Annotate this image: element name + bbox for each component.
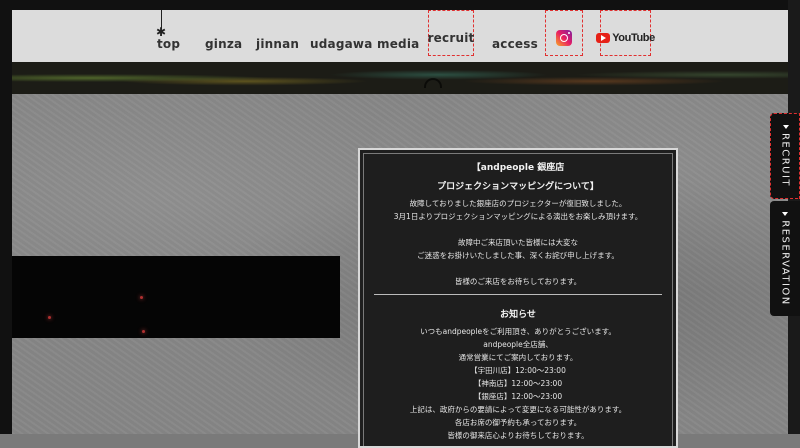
- notice-inner-border: [363, 153, 673, 446]
- news-line: 【宇田川店】12:00〜23:00: [470, 366, 566, 375]
- notice-text: 故障中ご来店頂いた皆様には大変な: [458, 238, 578, 247]
- notice-text: ご迷惑をお掛けいたしました事、深くお詫び申し上げます。: [417, 251, 619, 260]
- top-frame: [0, 0, 800, 10]
- notice-divider: [374, 294, 662, 295]
- news-line: andpeople全店舗、: [483, 340, 553, 349]
- nav-ginza[interactable]: ginza: [205, 37, 242, 51]
- youtube-link[interactable]: YouTube: [596, 10, 655, 56]
- ember-spark: [142, 330, 145, 333]
- nav-top[interactable]: top: [157, 37, 180, 51]
- news-line: 【神南店】12:00〜23:00: [473, 379, 563, 388]
- instagram-link[interactable]: [545, 10, 583, 56]
- triangle-icon: [782, 212, 788, 216]
- nav-access[interactable]: access: [492, 37, 538, 51]
- notice-subtitle: プロジェクションマッピングについて】: [437, 182, 599, 192]
- news-line: いつもandpeopleをご利用頂き、ありがとうございます。: [420, 327, 616, 336]
- instagram-icon: [556, 30, 572, 46]
- triangle-icon: [783, 125, 789, 129]
- recruit-tab-label: RECRUIT: [779, 132, 791, 188]
- news-line: 各店お席の御予約も承っております。: [454, 418, 582, 427]
- hero-banner: [12, 62, 788, 94]
- nav-udagawa[interactable]: udagawa: [310, 37, 373, 51]
- notice-text: 皆様のご来店をお待ちしております。: [454, 277, 582, 286]
- main-nav: ✱ top ginza jinnan udagawa media recruit…: [12, 10, 788, 62]
- notice-text: 故障しておりました銀座店のプロジェクターが復旧致しました。: [409, 199, 627, 208]
- dark-video-panel: [12, 256, 340, 338]
- nav-jinnan[interactable]: jinnan: [256, 37, 299, 51]
- reservation-tab-label: RESERVATION: [779, 219, 791, 306]
- recruit-side-tab[interactable]: RECRUIT: [770, 113, 800, 199]
- news-title: お知らせ: [500, 310, 536, 320]
- news-line: 通常営業にてご案内しております。: [458, 353, 578, 362]
- news-line: 【銀座店】12:00〜23:00: [473, 392, 563, 401]
- news-line: 皆様の御来店心よりお待ちしております。: [447, 431, 589, 440]
- notice-title: 【andpeople 銀座店: [471, 163, 565, 173]
- youtube-label: YouTube: [612, 32, 655, 44]
- news-line: 上記は、政府からの要請によって変更になる可能性があります。: [409, 405, 627, 414]
- ember-spark: [140, 296, 143, 299]
- nav-recruit[interactable]: recruit: [428, 10, 474, 56]
- youtube-icon: [596, 33, 611, 43]
- nav-media[interactable]: media: [377, 37, 419, 51]
- notice-panel: 【andpeople 銀座店 プロジェクションマッピングについて】 故障しており…: [358, 148, 678, 448]
- ember-spark: [48, 316, 51, 319]
- reservation-side-tab[interactable]: RESERVATION: [770, 201, 800, 316]
- notice-text: 3月1日よりプロジェクションマッピングによる演出をお楽しみ頂けます。: [393, 212, 643, 221]
- left-frame: [0, 0, 12, 434]
